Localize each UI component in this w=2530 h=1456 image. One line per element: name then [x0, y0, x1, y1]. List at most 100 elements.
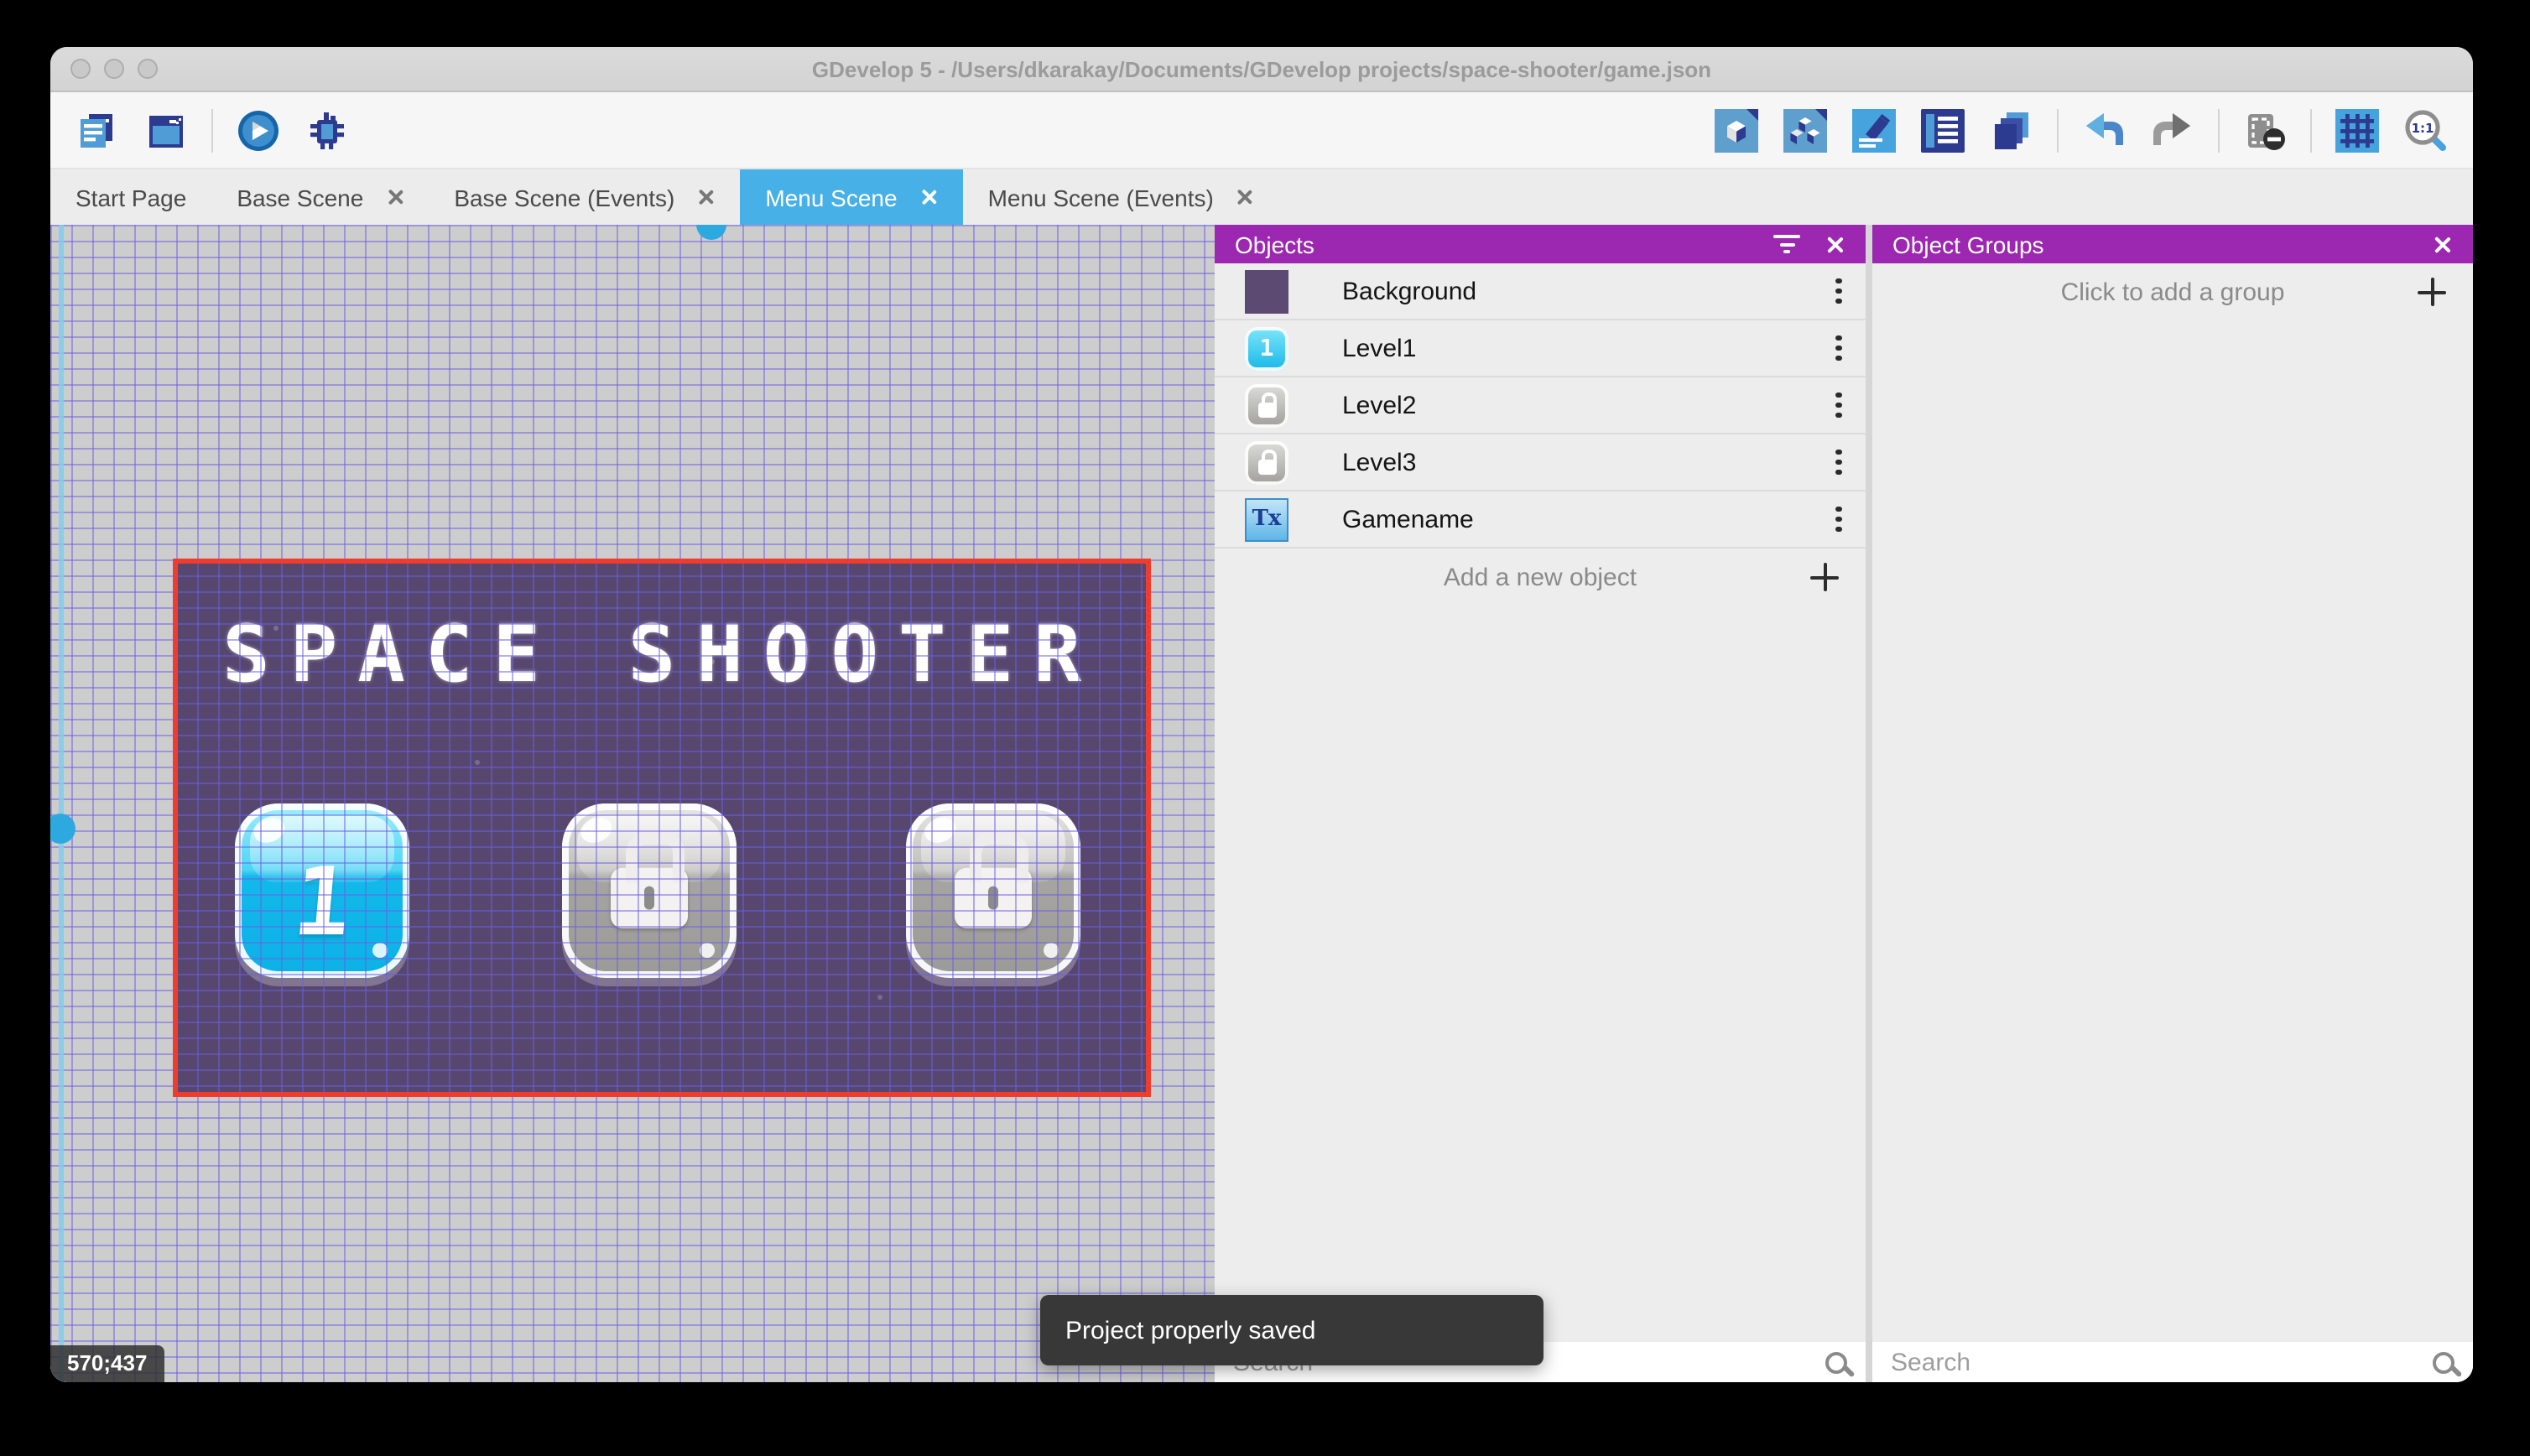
tab-label: Menu Scene — [765, 184, 897, 211]
groups-search-bar — [1872, 1342, 2473, 1382]
redo-button[interactable] — [2149, 107, 2196, 153]
tab-base-scene-events[interactable]: Base Scene (Events) — [429, 169, 740, 225]
plus-icon[interactable] — [2418, 278, 2446, 306]
object-row-gamename[interactable]: Tx Gamename — [1215, 491, 1866, 549]
selection-edge-line — [59, 225, 64, 1382]
toolbar-separator — [211, 108, 213, 152]
object-menu-kebab-icon[interactable] — [1836, 506, 1842, 533]
debugger-button[interactable] — [304, 107, 351, 153]
level1-thumbnail: 1 — [1245, 326, 1288, 370]
toolbar-separator — [2310, 108, 2312, 152]
close-object-groups-panel-icon[interactable] — [2433, 234, 2453, 254]
tab-label: Menu Scene (Events) — [988, 184, 1214, 211]
tab-bar: Start Page Base Scene Base Scene (Events… — [50, 169, 2473, 225]
object-name: Level1 — [1342, 334, 1416, 362]
object-row-level3[interactable]: Level3 — [1215, 434, 1866, 491]
selection-handle-top[interactable] — [696, 225, 726, 240]
scene-window-button[interactable] — [143, 107, 190, 153]
open-objects-panel-button[interactable] — [1713, 107, 1760, 153]
open-instances-list-button[interactable] — [1919, 107, 1966, 153]
object-groups-icon — [1783, 108, 1827, 152]
toolbar-separator — [2218, 108, 2220, 152]
open-properties-panel-button[interactable] — [1851, 107, 1898, 153]
scene-window-icon — [144, 108, 188, 152]
minimize-window-button[interactable] — [104, 59, 124, 79]
open-object-groups-panel-button[interactable] — [1782, 107, 1829, 153]
toggle-grid-button[interactable] — [2334, 107, 2381, 153]
level1-number: 1 — [228, 827, 416, 978]
button-shine-dot — [700, 943, 715, 958]
toggle-window-mask-button[interactable] — [2241, 107, 2288, 153]
object-row-level1[interactable]: 1 Level1 — [1215, 320, 1866, 377]
search-icon — [1825, 1351, 1847, 1373]
preview-play-button[interactable] — [235, 107, 282, 153]
background-thumbnail — [1245, 269, 1288, 313]
level3-button-object[interactable] — [906, 803, 1080, 978]
lock-icon — [611, 868, 688, 928]
undo-button[interactable] — [2080, 107, 2127, 153]
toolbar: 1:1 — [50, 92, 2473, 169]
cursor-coordinates: 570;437 — [50, 1345, 164, 1382]
tab-close-icon[interactable] — [385, 188, 403, 206]
tab-menu-scene-events[interactable]: Menu Scene (Events) — [963, 169, 1279, 225]
close-window-button[interactable] — [70, 59, 91, 79]
object-name: Level3 — [1342, 448, 1416, 476]
titlebar: GDevelop 5 - /Users/dkarakay/Documents/G… — [50, 47, 2473, 92]
editor-content: SPACE SHOOTER 1 — [50, 225, 2473, 1382]
tab-close-icon[interactable] — [919, 188, 938, 206]
object-row-level2[interactable]: Level2 — [1215, 377, 1866, 434]
scene-title-text[interactable]: SPACE SHOOTER — [173, 609, 1151, 701]
search-icon — [2433, 1351, 2455, 1373]
object-groups-panel-header: Object Groups — [1872, 225, 2473, 263]
scene-canvas[interactable]: SPACE SHOOTER 1 — [50, 225, 1215, 1382]
object-menu-kebab-icon[interactable] — [1836, 392, 1842, 419]
project-manager-icon — [75, 108, 119, 152]
add-new-object-button[interactable]: Add a new object — [1215, 549, 1866, 606]
add-group-label: Click to add a group — [2061, 278, 2285, 306]
tab-close-icon[interactable] — [696, 188, 715, 206]
window-title: GDevelop 5 - /Users/dkarakay/Documents/G… — [812, 56, 1711, 81]
add-group-button[interactable]: Click to add a group — [1872, 263, 2473, 320]
maximize-window-button[interactable] — [138, 59, 158, 79]
tab-start-page[interactable]: Start Page — [50, 169, 211, 225]
save-toast: Project properly saved — [1040, 1295, 1544, 1365]
debug-icon — [305, 108, 349, 152]
object-row-background[interactable]: Background — [1215, 263, 1866, 320]
object-name: Gamename — [1342, 505, 1474, 533]
selection-handle-left[interactable] — [50, 814, 75, 844]
plus-icon[interactable] — [1810, 563, 1839, 591]
object-name: Level2 — [1342, 391, 1416, 419]
objects-panel: Objects Background 1 Level1 Level2 — [1215, 225, 1866, 1382]
groups-search-input[interactable] — [1891, 1348, 2419, 1376]
undo-icon — [2082, 108, 2126, 152]
project-manager-button[interactable] — [74, 107, 121, 153]
object-menu-kebab-icon[interactable] — [1836, 449, 1842, 476]
tab-base-scene[interactable]: Base Scene — [211, 169, 429, 225]
grid-icon — [2335, 108, 2379, 152]
object-menu-kebab-icon[interactable] — [1836, 335, 1842, 361]
panel-divider[interactable] — [1866, 225, 1872, 1382]
tab-label: Base Scene (Events) — [454, 184, 674, 211]
scene-background[interactable]: SPACE SHOOTER 1 — [173, 559, 1151, 1097]
object-groups-panel: Object Groups Click to add a group — [1872, 225, 2473, 1382]
tab-close-icon[interactable] — [1236, 188, 1254, 206]
svg-text:1:1: 1:1 — [2412, 120, 2434, 135]
properties-pencil-icon — [1852, 108, 1896, 152]
play-icon — [237, 108, 280, 152]
tab-label: Base Scene — [237, 184, 363, 211]
button-shine-dot — [1044, 943, 1059, 958]
objects-cube-icon — [1715, 108, 1758, 152]
level2-button-object[interactable] — [562, 803, 737, 978]
tab-menu-scene[interactable]: Menu Scene — [740, 169, 962, 225]
level1-button-object[interactable]: 1 — [235, 803, 409, 978]
traffic-lights — [70, 47, 158, 91]
object-groups-panel-title: Object Groups — [1892, 231, 2409, 257]
window-mask-icon — [2243, 108, 2287, 152]
toast-message: Project properly saved — [1065, 1316, 1316, 1344]
locked-thumbnail — [1245, 383, 1288, 427]
zoom-reset-button[interactable]: 1:1 — [2402, 107, 2449, 153]
filter-icon[interactable] — [1772, 235, 1802, 253]
open-layers-panel-button[interactable] — [1988, 107, 2035, 153]
object-menu-kebab-icon[interactable] — [1836, 278, 1842, 304]
close-objects-panel-icon[interactable] — [1825, 234, 1845, 254]
